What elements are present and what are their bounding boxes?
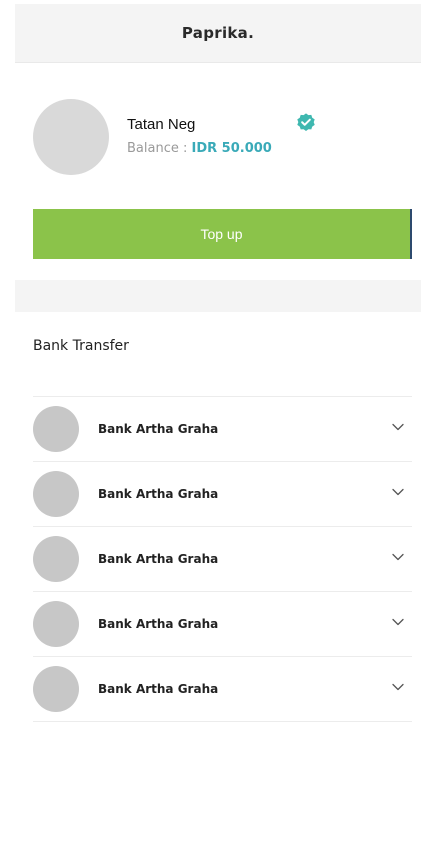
bank-item[interactable]: Bank Artha Graha: [33, 462, 412, 527]
chevron-down-icon[interactable]: [392, 618, 404, 626]
bank-name: Bank Artha Graha: [98, 682, 219, 696]
verified-badge-icon: [297, 113, 315, 131]
chevron-down-icon[interactable]: [392, 683, 404, 691]
bank-item[interactable]: Bank Artha Graha: [33, 657, 412, 722]
chevron-down-icon[interactable]: [392, 488, 404, 496]
bank-logo: [33, 666, 79, 712]
bank-item[interactable]: Bank Artha Graha: [33, 527, 412, 592]
bank-name: Bank Artha Graha: [98, 552, 219, 566]
topup-button[interactable]: Top up: [33, 209, 412, 259]
profile-card: Tatan Neg Balance : IDR 50.000: [33, 99, 403, 177]
user-name: Tatan Neg: [127, 116, 196, 133]
chevron-down-icon[interactable]: [392, 423, 404, 431]
bank-name: Bank Artha Graha: [98, 422, 219, 436]
app-title: Paprika.: [181, 24, 255, 42]
app-header: Paprika.: [15, 4, 421, 63]
bank-transfer-title: Bank Transfer: [33, 338, 129, 354]
bank-item[interactable]: Bank Artha Graha: [33, 397, 412, 462]
bank-name: Bank Artha Graha: [98, 487, 219, 501]
bank-list: Bank Artha Graha Bank Artha Graha Bank A…: [33, 396, 412, 722]
bank-logo: [33, 406, 79, 452]
bank-item[interactable]: Bank Artha Graha: [33, 592, 412, 657]
section-divider: [15, 280, 421, 312]
bank-name: Bank Artha Graha: [98, 617, 219, 631]
avatar: [33, 99, 109, 175]
balance-value: IDR 50.000: [191, 141, 272, 156]
chevron-down-icon[interactable]: [392, 553, 404, 561]
bank-logo: [33, 471, 79, 517]
balance-label: Balance :: [127, 141, 192, 156]
bank-logo: [33, 536, 79, 582]
balance-row: Balance : IDR 50.000: [127, 141, 272, 156]
bank-logo: [33, 601, 79, 647]
